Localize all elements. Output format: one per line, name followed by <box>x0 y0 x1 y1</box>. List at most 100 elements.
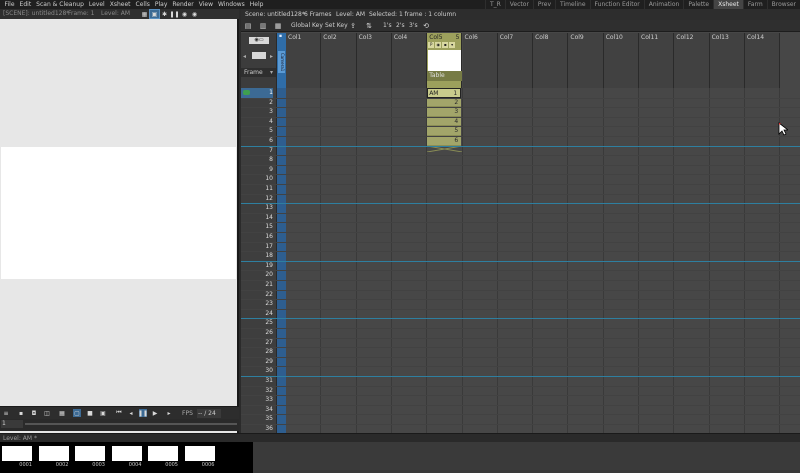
column-header-col8[interactable]: Col8 <box>533 33 569 88</box>
frame-number[interactable]: 20 <box>241 270 273 280</box>
column-header-col7[interactable]: Col7 <box>497 33 534 88</box>
room-tab-xsheet[interactable]: Xsheet <box>713 0 743 9</box>
current-frame-field[interactable]: 1 <box>1 420 23 428</box>
frame-number[interactable]: 6 <box>241 136 273 146</box>
menu-windows[interactable]: Windows <box>216 0 248 9</box>
frame-number[interactable]: 23 <box>241 299 273 309</box>
level-strip-frame[interactable] <box>111 446 142 461</box>
first-frame-icon[interactable]: ⏮ <box>115 409 123 417</box>
frame-number[interactable]: 21 <box>241 280 273 290</box>
frame-number[interactable]: 2 <box>241 98 273 108</box>
frame-number[interactable]: 12 <box>241 194 273 204</box>
column-header-col1[interactable]: Col1 <box>286 33 322 88</box>
camera-snapshot-icon[interactable]: ◘ <box>30 409 38 417</box>
frame-number[interactable]: 10 <box>241 174 273 184</box>
menu-play[interactable]: Play <box>152 0 170 9</box>
camera-view-icon[interactable]: ▣ <box>149 9 160 19</box>
frame-number[interactable]: 31 <box>241 376 273 386</box>
column-header-col6[interactable]: Col6 <box>462 33 498 88</box>
frame-number[interactable]: 26 <box>241 328 273 338</box>
frame-number[interactable]: 8 <box>241 155 273 165</box>
reframe-icon[interactable]: ⟲ <box>422 22 430 30</box>
preview-icon[interactable]: ✱ <box>160 10 169 18</box>
bg-white-icon[interactable]: ▢ <box>73 409 81 417</box>
room-tab-farm[interactable]: Farm <box>742 0 767 9</box>
fps-field[interactable]: -- / 24 <box>197 409 221 418</box>
pegbar-field[interactable]: Table <box>427 71 463 81</box>
step-3-button[interactable]: 3's <box>409 20 418 32</box>
room-tab-function-editor[interactable]: Function Editor <box>589 0 644 9</box>
xsheet-cell[interactable]: 3 <box>427 107 462 117</box>
menu-render[interactable]: Render <box>170 0 196 9</box>
column-header-col11[interactable]: Col11 <box>639 33 675 88</box>
step-1-button[interactable]: 1's <box>383 20 392 32</box>
bg-black-icon[interactable]: ■ <box>86 409 94 417</box>
config-icon[interactable]: ▾ <box>449 42 456 48</box>
options-icon[interactable]: ≡ <box>2 409 10 417</box>
frame-number[interactable]: 36 <box>241 424 273 433</box>
frame-number[interactable]: 33 <box>241 395 273 405</box>
camera-column-header[interactable]: ▪ Camera1 <box>277 33 286 88</box>
level-strip-frame[interactable] <box>75 446 105 461</box>
frame-number[interactable]: 29 <box>241 357 273 367</box>
sort-icon[interactable]: ⇅ <box>365 22 373 30</box>
frame-number[interactable]: 11 <box>241 184 273 194</box>
new-raster-level-icon[interactable]: ▦ <box>274 22 282 30</box>
room-tab-palette[interactable]: Palette <box>683 0 713 9</box>
export-icon[interactable]: ⇪ <box>349 22 357 30</box>
camera-toggle-button[interactable]: ◉▭ <box>249 37 269 44</box>
column-header-col12[interactable]: Col12 <box>674 33 710 88</box>
save-icon[interactable]: ▪ <box>17 409 25 417</box>
frame-number[interactable]: 13 <box>241 203 273 213</box>
preview-toggle-icon[interactable]: P <box>428 42 435 48</box>
lock-icon[interactable]: ▪ <box>442 42 449 48</box>
global-key-button[interactable]: Global Key <box>291 20 323 32</box>
frame-number[interactable]: 27 <box>241 338 273 348</box>
menu-scan-cleanup[interactable]: Scan & Cleanup <box>34 0 87 9</box>
bg-color-icon[interactable]: ▣ <box>99 409 107 417</box>
frame-number[interactable]: 18 <box>241 251 273 261</box>
frame-number[interactable]: 32 <box>241 386 273 396</box>
menu-edit[interactable]: Edit <box>17 0 34 9</box>
compare-icon[interactable]: ◫ <box>43 409 51 417</box>
xsheet-cell[interactable]: AM 1 <box>427 88 462 98</box>
frame-number[interactable]: 35 <box>241 414 273 424</box>
frame-header[interactable]: Frame ▾ <box>241 68 276 77</box>
column-header-col13[interactable]: Col13 <box>709 33 745 88</box>
pause-icon[interactable]: ❚❚ <box>138 409 148 417</box>
menu-level[interactable]: Level <box>86 0 107 9</box>
xsheet-cell[interactable]: 5 <box>427 126 462 136</box>
frame-number[interactable]: 17 <box>241 242 273 252</box>
frame-number[interactable]: 16 <box>241 232 273 242</box>
level-strip-frame[interactable] <box>184 446 215 461</box>
frame-number[interactable]: 34 <box>241 405 273 415</box>
set-key-button[interactable]: Set Key <box>325 20 348 32</box>
eye-alt-icon[interactable]: ◉ <box>190 10 199 18</box>
prev-frame-icon[interactable]: ◂ <box>127 409 135 417</box>
xsheet-cell[interactable]: 2 <box>427 98 462 108</box>
frame-number[interactable]: 24 <box>241 309 273 319</box>
play-icon[interactable]: ▶ <box>151 409 159 417</box>
frame-number[interactable]: 7 <box>241 146 273 156</box>
level-strip-frame[interactable] <box>148 446 178 461</box>
step-2-button[interactable]: 2's <box>396 20 405 32</box>
frame-number[interactable]: 5 <box>241 126 273 136</box>
column-header-col9[interactable]: Col9 <box>568 33 604 88</box>
xsheet-cell[interactable]: 6 <box>427 136 462 146</box>
column-header-col10[interactable]: Col10 <box>603 33 639 88</box>
column-header-col2[interactable]: Col2 <box>321 33 357 88</box>
loop-icon[interactable]: ▸ <box>165 409 173 417</box>
room-tab-prev[interactable]: Prev <box>532 0 555 9</box>
frame-number[interactable]: 14 <box>241 213 273 223</box>
new-vector-level-icon[interactable]: ▤ <box>244 22 252 30</box>
nav-left-icon[interactable]: ◂ <box>243 53 246 60</box>
menu-cells[interactable]: Cells <box>133 0 152 9</box>
room-tab-timeline[interactable]: Timeline <box>555 0 590 9</box>
room-tab-browser[interactable]: Browser <box>766 0 800 9</box>
column-header-col14[interactable]: Col14 <box>744 33 781 88</box>
frame-number[interactable]: 25 <box>241 318 273 328</box>
eye-icon[interactable]: ◉ <box>180 10 189 18</box>
new-toonz-raster-level-icon[interactable]: ▥ <box>259 22 267 30</box>
frame-slider[interactable] <box>25 423 237 425</box>
frame-number[interactable]: 15 <box>241 222 273 232</box>
